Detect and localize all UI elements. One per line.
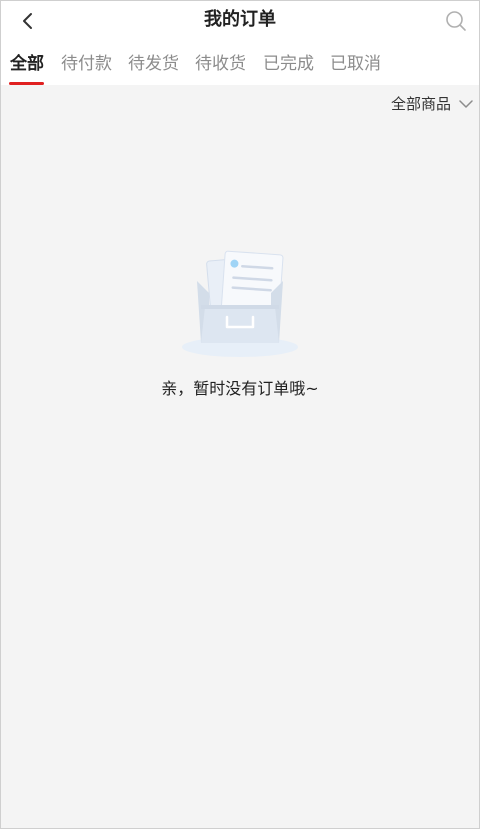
product-filter-dropdown[interactable]: 全部商品 bbox=[391, 93, 473, 115]
empty-box-icon bbox=[175, 245, 305, 363]
product-filter-label: 全部商品 bbox=[390, 95, 451, 113]
top-bar: 我的订单 bbox=[1, 1, 479, 41]
orders-screen: 我的订单 全部 待付款 待发货 待收货 已完成 已取消 全部商品 亲，暂时没有订… bbox=[0, 0, 480, 829]
empty-state-message: 亲，暂时没有订单哦~ bbox=[161, 379, 319, 398]
page-title: 我的订单 bbox=[204, 9, 276, 30]
tab-pending-shipment[interactable]: 待发货 bbox=[128, 53, 179, 75]
search-icon bbox=[446, 11, 466, 31]
tab-pending-payment[interactable]: 待付款 bbox=[61, 53, 112, 75]
chevron-down-icon bbox=[459, 99, 473, 109]
tab-pending-receipt[interactable]: 待收货 bbox=[195, 53, 246, 75]
active-tab-indicator bbox=[9, 82, 44, 85]
tab-all[interactable]: 全部 bbox=[10, 53, 44, 75]
search-button[interactable] bbox=[441, 7, 471, 35]
order-status-tabs: 全部 待付款 待发货 待收货 已完成 已取消 bbox=[1, 41, 479, 85]
tab-completed[interactable]: 已完成 bbox=[263, 53, 314, 75]
tab-cancelled[interactable]: 已取消 bbox=[330, 53, 381, 75]
